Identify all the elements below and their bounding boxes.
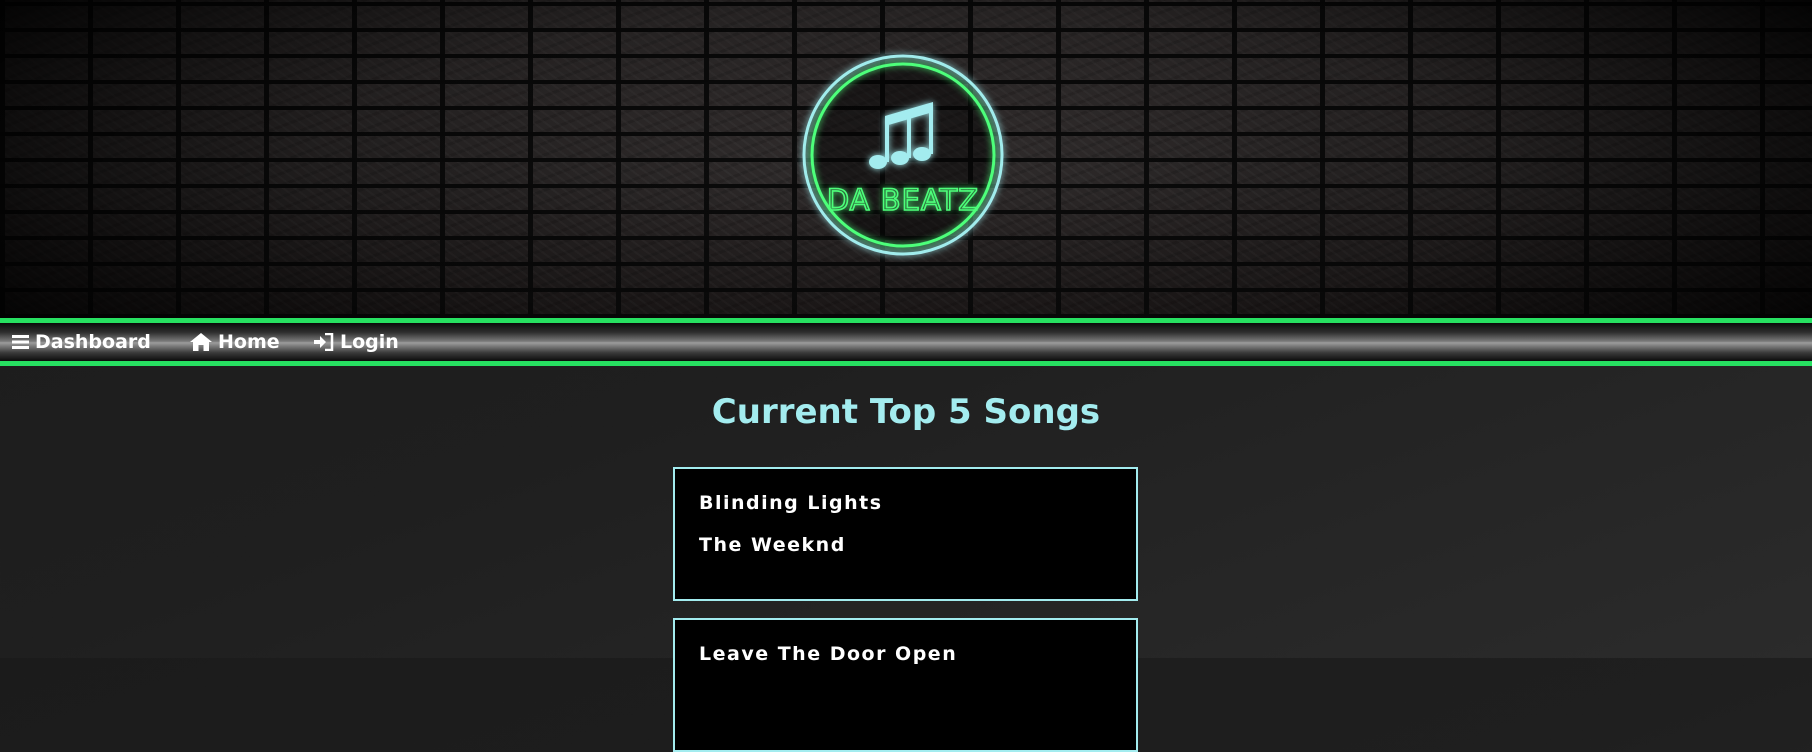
nav-login-link[interactable]: Login (314, 323, 399, 361)
nav-home-link[interactable]: Home (190, 323, 280, 361)
nav-home-label: Home (218, 331, 280, 353)
nav-dashboard-link[interactable]: Dashboard (12, 323, 151, 361)
main-navbar: Dashboard Home Login (0, 318, 1812, 366)
song-card[interactable]: Blinding Lights The Weeknd (673, 467, 1138, 601)
brand-name: DA BEATZ (827, 183, 979, 217)
sign-in-icon (314, 333, 334, 351)
song-title: Leave The Door Open (699, 643, 958, 665)
song-artist: The Weeknd (699, 534, 846, 556)
logo-graphic: DA BEATZ (802, 54, 1004, 256)
house-icon (190, 333, 212, 351)
page-title: Current Top 5 Songs (711, 392, 1101, 432)
brand-logo[interactable]: DA BEATZ (802, 54, 1004, 256)
song-card[interactable]: Leave The Door Open (673, 618, 1138, 752)
song-title: Blinding Lights (699, 492, 883, 514)
nav-dashboard-label: Dashboard (35, 331, 151, 353)
nav-login-label: Login (340, 331, 399, 353)
hamburger-menu-icon (12, 334, 29, 350)
hero-banner: DA BEATZ (0, 0, 1812, 318)
